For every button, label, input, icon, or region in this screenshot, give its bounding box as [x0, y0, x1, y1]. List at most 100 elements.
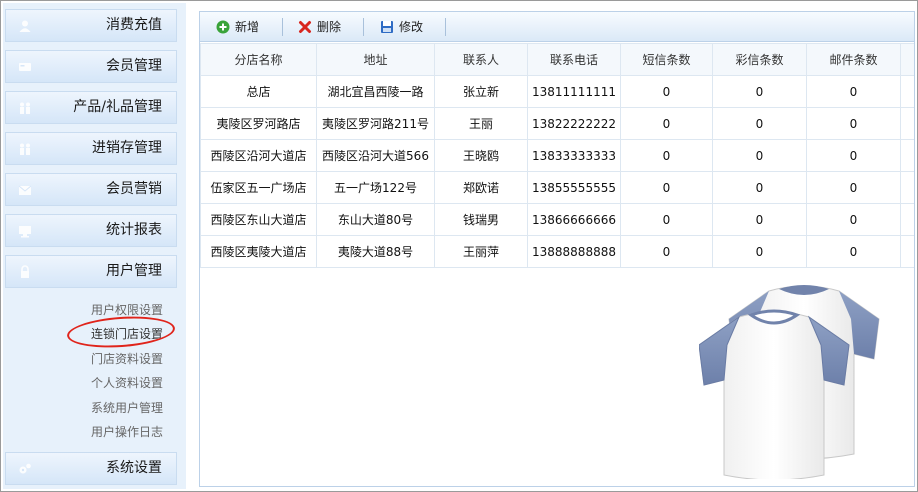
- edit-label: 修改: [399, 20, 424, 34]
- delete-icon: [299, 21, 311, 33]
- add-icon: [216, 20, 230, 34]
- gift-icon: [20, 102, 30, 114]
- toolbar-separator: [445, 18, 446, 36]
- cell-sms-count: 0: [620, 203, 713, 236]
- store-table: 分店名称 地址 联系人 联系电话 短信条数 彩信条数 邮件条数 总店 湖北宜昌西…: [200, 43, 914, 268]
- edit-button[interactable]: 修改: [380, 17, 423, 37]
- cell-store-name: 西陵区夷陵大道店: [200, 235, 317, 268]
- cell-contact: 钱瑞男: [434, 203, 528, 236]
- cell-sms-count: 0: [620, 75, 713, 108]
- cell-sms-count: 0: [620, 139, 713, 172]
- cell-overflow: [900, 107, 914, 140]
- table-row[interactable]: 总店 湖北宜昌西陵一路 张立新 13811111111 0 0 0: [200, 75, 914, 108]
- menu-label: 会员营销: [106, 181, 162, 197]
- submenu-store-info[interactable]: 门店资料设置: [91, 350, 163, 367]
- cell-email-count: 0: [806, 139, 901, 172]
- col-header-address[interactable]: 地址: [316, 43, 435, 76]
- cell-address: 夷陵区罗河路211号: [316, 107, 435, 140]
- col-header-sms-count[interactable]: 短信条数: [620, 43, 713, 76]
- cell-mms-count: 0: [712, 139, 807, 172]
- cell-address: 夷陵大道88号: [316, 235, 435, 268]
- col-header-mms-count[interactable]: 彩信条数: [712, 43, 807, 76]
- cell-phone: 13866666666: [527, 203, 621, 236]
- menu-label: 会员管理: [106, 58, 162, 74]
- edit-icon: [381, 21, 393, 33]
- table-row[interactable]: 伍家区五一广场店 五一广场122号 郑欧诺 13855555555 0 0 0: [200, 171, 914, 204]
- toolbar: 新增 删除 修改: [200, 12, 914, 42]
- cell-phone: 13811111111: [527, 75, 621, 108]
- col-header-contact[interactable]: 联系人: [434, 43, 528, 76]
- menu-item-system-settings[interactable]: 系统设置: [5, 452, 177, 485]
- cell-email-count: 0: [806, 107, 901, 140]
- sidebar: 消费充值 会员管理 产品/礼品管理 进销存管理 会员营销 统计报表 用户管理 用…: [3, 3, 186, 489]
- col-header-phone[interactable]: 联系电话: [527, 43, 621, 76]
- toolbar-separator: [282, 18, 283, 36]
- add-label: 新增: [235, 20, 260, 34]
- cell-email-count: 0: [806, 171, 901, 204]
- cell-overflow: [900, 75, 914, 108]
- cell-sms-count: 0: [620, 171, 713, 204]
- cell-address: 东山大道80号: [316, 203, 435, 236]
- cell-store-name: 西陵区东山大道店: [200, 203, 317, 236]
- app-window: 消费充值 会员管理 产品/礼品管理 进销存管理 会员营销 统计报表 用户管理 用…: [0, 0, 918, 492]
- user-icon: [19, 20, 31, 32]
- delete-button[interactable]: 删除: [298, 17, 341, 37]
- gears-icon: [19, 463, 31, 474]
- cell-address: 五一广场122号: [316, 171, 435, 204]
- menu-item-statistics[interactable]: 统计报表: [5, 214, 177, 247]
- menu-item-member-management[interactable]: 会员管理: [5, 50, 177, 83]
- cell-mms-count: 0: [712, 203, 807, 236]
- cell-email-count: 0: [806, 235, 901, 268]
- col-header-store-name[interactable]: 分店名称: [200, 43, 317, 76]
- cell-mms-count: 0: [712, 235, 807, 268]
- menu-item-user-management[interactable]: 用户管理: [5, 255, 177, 288]
- cell-mms-count: 0: [712, 107, 807, 140]
- cell-email-count: 0: [806, 203, 901, 236]
- cell-phone: 13888888888: [527, 235, 621, 268]
- cell-overflow: [900, 139, 914, 172]
- box-icon: [20, 143, 30, 155]
- table-row[interactable]: 西陵区东山大道店 东山大道80号 钱瑞男 13866666666 0 0 0: [200, 203, 914, 236]
- cell-overflow: [900, 203, 914, 236]
- cell-sms-count: 0: [620, 235, 713, 268]
- menu-item-member-marketing[interactable]: 会员营销: [5, 173, 177, 206]
- col-header-email-count[interactable]: 邮件条数: [806, 43, 901, 76]
- cell-contact: 郑欧诺: [434, 171, 528, 204]
- cell-overflow: [900, 235, 914, 268]
- col-header-overflow: [900, 43, 914, 76]
- cell-store-name: 总店: [200, 75, 317, 108]
- menu-label: 系统设置: [106, 460, 162, 476]
- cell-phone: 13833333333: [527, 139, 621, 172]
- table-row[interactable]: 西陵区夷陵大道店 夷陵大道88号 王丽萍 13888888888 0 0 0: [200, 235, 914, 268]
- table-row[interactable]: 夷陵区罗河路店 夷陵区罗河路211号 王丽 13822222222 0 0 0: [200, 107, 914, 140]
- table-row[interactable]: 西陵区沿河大道店 西陵区沿河大道566 王晓鸥 13833333333 0 0 …: [200, 139, 914, 172]
- menu-item-consume-recharge[interactable]: 消费充值: [5, 9, 177, 42]
- menu-label: 消费充值: [106, 17, 162, 33]
- cell-sms-count: 0: [620, 107, 713, 140]
- cell-store-name: 夷陵区罗河路店: [200, 107, 317, 140]
- toolbar-separator: [363, 18, 364, 36]
- lock-icon: [21, 265, 29, 278]
- mail-icon: [18, 185, 32, 195]
- tshirt-illustration: [699, 285, 880, 479]
- cell-contact: 王丽: [434, 107, 528, 140]
- submenu-personal-info[interactable]: 个人资料设置: [91, 374, 163, 391]
- cell-contact: 张立新: [434, 75, 528, 108]
- delete-label: 删除: [317, 20, 342, 34]
- menu-label: 进销存管理: [92, 140, 162, 156]
- cell-contact: 王丽萍: [434, 235, 528, 268]
- cell-mms-count: 0: [712, 75, 807, 108]
- submenu-operation-log[interactable]: 用户操作日志: [91, 423, 163, 440]
- cell-phone: 13822222222: [527, 107, 621, 140]
- add-button[interactable]: 新增: [216, 17, 259, 37]
- cell-store-name: 西陵区沿河大道店: [200, 139, 317, 172]
- submenu-system-users[interactable]: 系统用户管理: [91, 399, 163, 416]
- menu-label: 用户管理: [106, 263, 162, 279]
- submenu-user-permissions[interactable]: 用户权限设置: [91, 301, 163, 318]
- menu-item-product-gift[interactable]: 产品/礼品管理: [5, 91, 177, 124]
- card-icon: [19, 63, 31, 71]
- table-header-row: 分店名称 地址 联系人 联系电话 短信条数 彩信条数 邮件条数: [200, 43, 914, 76]
- cell-address: 西陵区沿河大道566: [316, 139, 435, 172]
- menu-item-inventory[interactable]: 进销存管理: [5, 132, 177, 165]
- cell-address: 湖北宜昌西陵一路: [316, 75, 435, 108]
